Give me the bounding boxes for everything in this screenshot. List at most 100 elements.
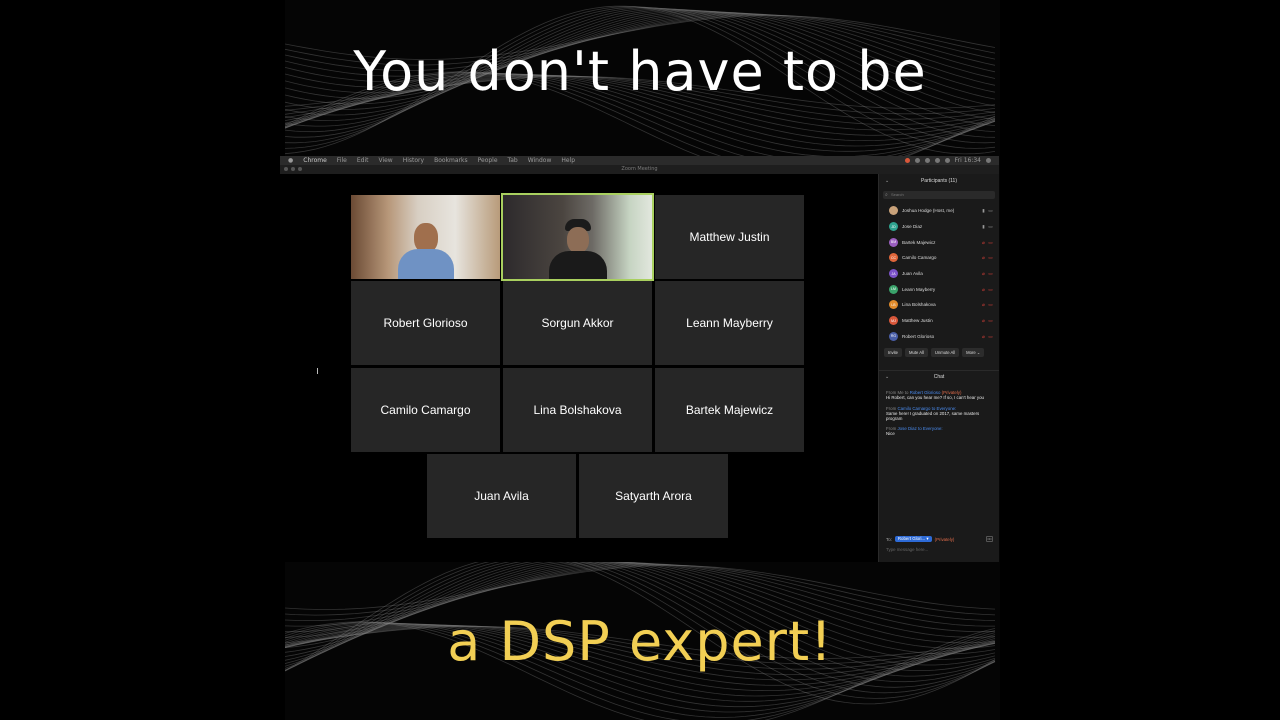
recipient-dropdown[interactable]: Robert Glori... ▾ bbox=[894, 536, 932, 542]
participant-row[interactable]: MJ Matthew Justin ⌀ ▭ bbox=[879, 313, 999, 329]
caption-bottom: a DSP expert! bbox=[447, 610, 833, 673]
avatar: LM bbox=[889, 284, 898, 294]
participant-tile[interactable]: Camilo Camargo bbox=[351, 368, 500, 452]
participant-row[interactable]: LB Lina Bolshakova ⌀ ▭ bbox=[879, 297, 999, 313]
camera-icon[interactable]: ▭ bbox=[988, 224, 993, 229]
gallery-view: Matthew Justin Robert Glorioso Sorgun Akko… bbox=[280, 174, 878, 562]
zoom-screen: ● Chrome File Edit View History Bookmarks Peo… bbox=[280, 156, 999, 562]
menubar-item[interactable]: People bbox=[478, 157, 498, 164]
menubar-items: File Edit View History Bookmarks People Tab Win… bbox=[337, 157, 575, 164]
minimize-icon[interactable] bbox=[291, 167, 295, 171]
chat-title: Chat bbox=[933, 373, 945, 380]
participant-tile[interactable]: Matthew Justin bbox=[655, 195, 804, 279]
participant-tile-name: Bartek Majewicz bbox=[685, 403, 774, 417]
more-button[interactable]: More ⌄ bbox=[962, 348, 985, 358]
participant-tile-name: Robert Glorioso bbox=[383, 316, 468, 330]
unmute-all-button[interactable]: Unmute All bbox=[930, 348, 960, 358]
menubar-item[interactable]: History bbox=[403, 157, 424, 164]
participant-tile[interactable]: Juan Avila bbox=[427, 454, 576, 538]
participant-row[interactable]: LM Leann Mayberry ⌀ ▭ bbox=[879, 281, 999, 297]
participant-search-input[interactable]: Search bbox=[883, 191, 995, 199]
participant-row[interactable]: RG Robert Glorioso ⌀ ▭ bbox=[879, 329, 999, 345]
window-title: Zoom Meeting bbox=[621, 166, 658, 172]
mic-muted-icon[interactable]: ⌀ bbox=[981, 334, 986, 339]
os-menubar: ● Chrome File Edit View History Bookmarks Peo… bbox=[280, 156, 999, 165]
participant-tile[interactable]: Robert Glorioso bbox=[351, 281, 500, 365]
participants-title: Participants (11) bbox=[920, 178, 958, 184]
chevron-down-icon[interactable]: ⌄ bbox=[885, 374, 889, 380]
apple-icon[interactable]: ● bbox=[288, 157, 293, 164]
participant-name: Bartek Majewicz bbox=[902, 239, 936, 245]
to-label: To: bbox=[886, 536, 892, 542]
menubar-item[interactable]: Tab bbox=[508, 157, 518, 164]
status-icon bbox=[904, 158, 910, 163]
participant-name: Lina Bolshakova bbox=[902, 302, 936, 308]
recipient-row: To: Robert Glori... ▾ (Privately) ••• bbox=[886, 536, 993, 542]
invite-button[interactable]: Invite bbox=[884, 348, 903, 358]
participant-row[interactable]: CC Camilo Camargo ⌀ ▭ bbox=[879, 250, 999, 266]
participant-tile-name: Juan Avila bbox=[474, 489, 529, 503]
sender-name[interactable]: Camilo Camargo to Everyone: bbox=[897, 406, 956, 411]
avatar: JA bbox=[889, 269, 898, 279]
mic-muted-icon[interactable]: ⌀ bbox=[981, 255, 986, 260]
chevron-down-icon[interactable]: ⌄ bbox=[885, 178, 889, 184]
participant-tile[interactable]: Leann Mayberry bbox=[655, 281, 804, 365]
caption-top: You don't have to be bbox=[353, 40, 927, 103]
mic-muted-icon[interactable]: ⌀ bbox=[981, 271, 986, 276]
mic-muted-icon[interactable]: ⌀ bbox=[981, 287, 986, 292]
menubar-status: Fri 16:34 bbox=[904, 157, 991, 164]
stage: You don't have to be ● Chrome File Edit Vi… bbox=[0, 0, 1280, 720]
participant-tile[interactable]: Lina Bolshakova bbox=[503, 368, 652, 452]
chat-messages: From Me to Robert Glorioso (Privately) Hi… bbox=[879, 382, 999, 436]
avatar: RG bbox=[889, 331, 898, 341]
camera-off-icon[interactable]: ▭ bbox=[988, 287, 993, 292]
menubar-item[interactable]: Bookmarks bbox=[434, 157, 468, 164]
chat-message-body: Same here! I graduated on 2017, same mas… bbox=[886, 410, 980, 421]
close-icon[interactable] bbox=[284, 167, 288, 171]
participant-tile[interactable]: Sorgun Akkor bbox=[503, 281, 652, 365]
menubar-item[interactable]: Help bbox=[561, 157, 575, 164]
participant-list: Joshua Hodge (Host, me) ▮ ▭ JD Jose Diaz ▮ ▭ BM… bbox=[879, 203, 999, 344]
participant-video-tile[interactable] bbox=[501, 193, 654, 281]
camera-off-icon[interactable]: ▭ bbox=[988, 318, 993, 323]
video-person bbox=[395, 219, 457, 279]
menubar-clock: Fri 16:34 bbox=[954, 157, 981, 164]
participant-row[interactable]: BM Bartek Majewicz ⌀ ▭ bbox=[879, 234, 999, 250]
right-sidebar: ⌄ Participants (11) Search Joshua Hodge … bbox=[878, 174, 999, 562]
menubar-item[interactable]: Edit bbox=[357, 157, 369, 164]
camera-off-icon[interactable]: ▭ bbox=[988, 302, 993, 307]
participant-name: Robert Glorioso bbox=[902, 333, 935, 339]
maximize-icon[interactable] bbox=[298, 167, 302, 171]
search-icon[interactable] bbox=[986, 158, 991, 163]
camera-off-icon[interactable]: ▭ bbox=[988, 255, 993, 260]
status-icon bbox=[924, 158, 930, 163]
menubar-item[interactable]: Window bbox=[528, 157, 552, 164]
status-icon bbox=[914, 158, 920, 163]
mic-muted-icon[interactable]: ⌀ bbox=[981, 318, 986, 323]
participants-header: ⌄ Participants (11) bbox=[879, 174, 999, 188]
participant-video-tile[interactable] bbox=[351, 195, 500, 279]
camera-icon[interactable]: ▭ bbox=[988, 208, 993, 213]
sender-name[interactable]: Jose Diaz to Everyone: bbox=[897, 426, 942, 431]
participant-tile[interactable]: Bartek Majewicz bbox=[655, 368, 804, 452]
mic-muted-icon[interactable]: ⌀ bbox=[981, 240, 986, 245]
participant-row[interactable]: JA Juan Avila ⌀ ▭ bbox=[879, 266, 999, 282]
chat-input[interactable]: Type message here... bbox=[886, 547, 993, 552]
participant-tile[interactable]: Satyarth Arora bbox=[579, 454, 728, 538]
mute-all-button[interactable]: Mute All bbox=[905, 348, 928, 358]
participant-row[interactable]: JD Jose Diaz ▮ ▭ bbox=[879, 219, 999, 235]
avatar: CC bbox=[889, 253, 898, 263]
mic-muted-icon[interactable]: ⌀ bbox=[981, 302, 986, 307]
camera-off-icon[interactable]: ▭ bbox=[988, 334, 993, 339]
mic-icon[interactable]: ▮ bbox=[981, 208, 986, 213]
camera-off-icon[interactable]: ▭ bbox=[988, 271, 993, 276]
participant-row[interactable]: Joshua Hodge (Host, me) ▮ ▭ bbox=[879, 203, 999, 219]
more-icon[interactable]: ••• bbox=[986, 536, 993, 542]
menubar-item[interactable]: View bbox=[378, 157, 392, 164]
camera-off-icon[interactable]: ▭ bbox=[988, 240, 993, 245]
menubar-item[interactable]: File bbox=[337, 157, 347, 164]
wifi-icon bbox=[944, 158, 950, 163]
mic-icon[interactable]: ▮ bbox=[981, 224, 986, 229]
menubar-app[interactable]: Chrome bbox=[303, 157, 327, 164]
chat-message: From Camilo Camargo to Everyone: Same he… bbox=[886, 406, 992, 422]
